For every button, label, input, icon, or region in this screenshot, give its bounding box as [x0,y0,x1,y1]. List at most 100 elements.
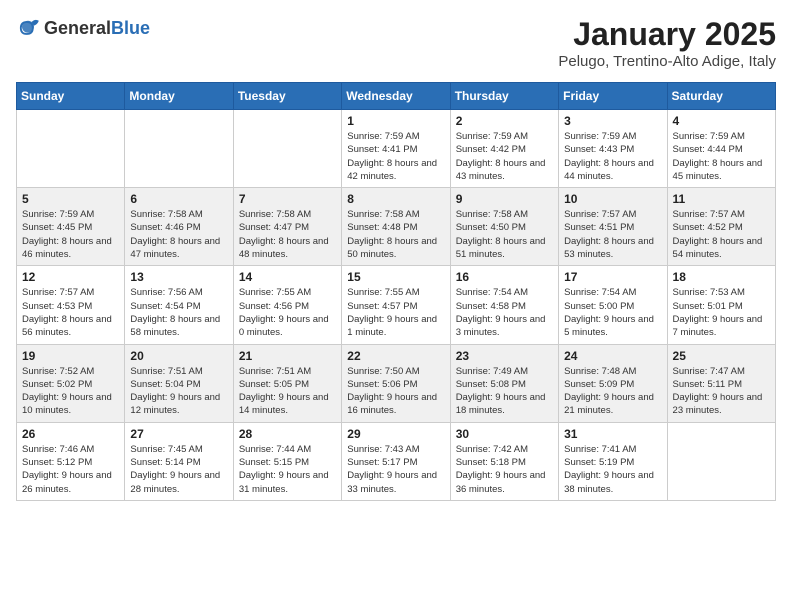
calendar-cell: 8Sunrise: 7:58 AM Sunset: 4:48 PM Daylig… [342,188,450,266]
day-number: 6 [130,192,227,206]
day-info: Sunrise: 7:59 AM Sunset: 4:45 PM Dayligh… [22,208,119,261]
day-number: 12 [22,270,119,284]
weekday-header-sunday: Sunday [17,83,125,110]
title-block: January 2025 Pelugo, Trentino-Alto Adige… [558,16,776,70]
day-info: Sunrise: 7:51 AM Sunset: 5:04 PM Dayligh… [130,365,227,418]
calendar-cell [125,110,233,188]
day-number: 4 [673,114,770,128]
logo-text: GeneralBlue [44,18,150,39]
page-header: GeneralBlue January 2025 Pelugo, Trentin… [16,16,776,70]
calendar-cell: 23 Sunrise: 7:49 AM Sunset: 5:08 PM Dayli… [450,344,558,422]
calendar-cell [233,110,341,188]
weekday-header-saturday: Saturday [667,83,775,110]
calendar-cell: 4Sunrise: 7:59 AM Sunset: 4:44 PM Daylig… [667,110,775,188]
day-info: Sunrise: 7:54 AM Sunset: 5:00 PM Dayligh… [564,286,661,339]
calendar-cell: 1 Sunrise: 7:59 AM Sunset: 4:41 PM Daylig… [342,110,450,188]
day-info: Sunrise: 7:46 AM Sunset: 5:12 PM Dayligh… [22,443,119,496]
calendar-cell: 20 Sunrise: 7:51 AM Sunset: 5:04 PM Dayli… [125,344,233,422]
day-info: Sunrise: 7:51 AM Sunset: 5:05 PM Dayligh… [239,365,336,418]
month-title: January 2025 [558,16,776,53]
logo: GeneralBlue [16,16,150,40]
day-number: 14 [239,270,336,284]
day-info: Sunrise: 7:57 AM Sunset: 4:52 PM Dayligh… [673,208,770,261]
calendar-table: SundayMondayTuesdayWednesdayThursdayFrid… [16,82,776,501]
calendar-cell: 17 Sunrise: 7:54 AM Sunset: 5:00 PM Dayli… [559,266,667,344]
calendar-week-0: 1 Sunrise: 7:59 AM Sunset: 4:41 PM Daylig… [17,110,776,188]
day-number: 27 [130,427,227,441]
day-info: Sunrise: 7:56 AM Sunset: 4:54 PM Dayligh… [130,286,227,339]
day-number: 22 [347,349,444,363]
day-info: Sunrise: 7:47 AM Sunset: 5:11 PM Dayligh… [673,365,770,418]
day-info: Sunrise: 7:59 AM Sunset: 4:42 PM Dayligh… [456,130,553,183]
day-number: 13 [130,270,227,284]
calendar-cell: 6 Sunrise: 7:58 AM Sunset: 4:46 PM Daylig… [125,188,233,266]
day-info: Sunrise: 7:49 AM Sunset: 5:08 PM Dayligh… [456,365,553,418]
weekday-header-friday: Friday [559,83,667,110]
calendar-cell: 22 Sunrise: 7:50 AM Sunset: 5:06 PM Dayli… [342,344,450,422]
logo-icon [16,16,40,40]
day-number: 5 [22,192,119,206]
day-number: 25 [673,349,770,363]
day-info: Sunrise: 7:55 AM Sunset: 4:57 PM Dayligh… [347,286,444,339]
calendar-body: 1 Sunrise: 7:59 AM Sunset: 4:41 PM Daylig… [17,110,776,501]
day-number: 7 [239,192,336,206]
location-title: Pelugo, Trentino-Alto Adige, Italy [558,53,776,70]
logo-general: General [44,18,111,38]
day-number: 17 [564,270,661,284]
day-number: 23 [456,349,553,363]
calendar-cell [17,110,125,188]
calendar-cell: 7Sunrise: 7:58 AM Sunset: 4:47 PM Daylig… [233,188,341,266]
day-info: Sunrise: 7:58 AM Sunset: 4:48 PM Dayligh… [347,208,444,261]
calendar-cell: 13 Sunrise: 7:56 AM Sunset: 4:54 PM Dayli… [125,266,233,344]
day-info: Sunrise: 7:54 AM Sunset: 4:58 PM Dayligh… [456,286,553,339]
day-number: 1 [347,114,444,128]
day-info: Sunrise: 7:59 AM Sunset: 4:41 PM Dayligh… [347,130,444,183]
calendar-cell [667,422,775,500]
day-info: Sunrise: 7:59 AM Sunset: 4:43 PM Dayligh… [564,130,661,183]
calendar-cell: 5 Sunrise: 7:59 AM Sunset: 4:45 PM Daylig… [17,188,125,266]
day-info: Sunrise: 7:58 AM Sunset: 4:50 PM Dayligh… [456,208,553,261]
day-number: 30 [456,427,553,441]
calendar-cell: 24Sunrise: 7:48 AM Sunset: 5:09 PM Dayli… [559,344,667,422]
calendar-cell: 9 Sunrise: 7:58 AM Sunset: 4:50 PM Daylig… [450,188,558,266]
day-number: 18 [673,270,770,284]
calendar-cell: 29Sunrise: 7:43 AM Sunset: 5:17 PM Dayli… [342,422,450,500]
day-info: Sunrise: 7:50 AM Sunset: 5:06 PM Dayligh… [347,365,444,418]
calendar-cell: 26Sunrise: 7:46 AM Sunset: 5:12 PM Dayli… [17,422,125,500]
day-number: 9 [456,192,553,206]
day-number: 11 [673,192,770,206]
day-info: Sunrise: 7:55 AM Sunset: 4:56 PM Dayligh… [239,286,336,339]
calendar-week-4: 26Sunrise: 7:46 AM Sunset: 5:12 PM Dayli… [17,422,776,500]
calendar-cell: 16 Sunrise: 7:54 AM Sunset: 4:58 PM Dayli… [450,266,558,344]
day-info: Sunrise: 7:45 AM Sunset: 5:14 PM Dayligh… [130,443,227,496]
day-number: 2 [456,114,553,128]
day-number: 21 [239,349,336,363]
day-info: Sunrise: 7:58 AM Sunset: 4:46 PM Dayligh… [130,208,227,261]
day-info: Sunrise: 7:52 AM Sunset: 5:02 PM Dayligh… [22,365,119,418]
calendar-cell: 10Sunrise: 7:57 AM Sunset: 4:51 PM Dayli… [559,188,667,266]
day-number: 16 [456,270,553,284]
day-number: 31 [564,427,661,441]
day-number: 19 [22,349,119,363]
calendar-cell: 27 Sunrise: 7:45 AM Sunset: 5:14 PM Dayli… [125,422,233,500]
weekday-header-thursday: Thursday [450,83,558,110]
weekday-header-wednesday: Wednesday [342,83,450,110]
calendar-cell: 14 Sunrise: 7:55 AM Sunset: 4:56 PM Dayli… [233,266,341,344]
day-info: Sunrise: 7:53 AM Sunset: 5:01 PM Dayligh… [673,286,770,339]
day-info: Sunrise: 7:44 AM Sunset: 5:15 PM Dayligh… [239,443,336,496]
logo-blue: Blue [111,18,150,38]
weekday-header-row: SundayMondayTuesdayWednesdayThursdayFrid… [17,83,776,110]
day-number: 15 [347,270,444,284]
calendar-week-1: 5 Sunrise: 7:59 AM Sunset: 4:45 PM Daylig… [17,188,776,266]
day-number: 10 [564,192,661,206]
weekday-header-monday: Monday [125,83,233,110]
calendar-cell: 30 Sunrise: 7:42 AM Sunset: 5:18 PM Dayli… [450,422,558,500]
day-info: Sunrise: 7:42 AM Sunset: 5:18 PM Dayligh… [456,443,553,496]
day-number: 20 [130,349,227,363]
calendar-cell: 15 Sunrise: 7:55 AM Sunset: 4:57 PM Dayli… [342,266,450,344]
calendar-cell: 11 Sunrise: 7:57 AM Sunset: 4:52 PM Dayli… [667,188,775,266]
day-number: 3 [564,114,661,128]
weekday-header-tuesday: Tuesday [233,83,341,110]
calendar-cell: 19 Sunrise: 7:52 AM Sunset: 5:02 PM Dayli… [17,344,125,422]
day-number: 29 [347,427,444,441]
